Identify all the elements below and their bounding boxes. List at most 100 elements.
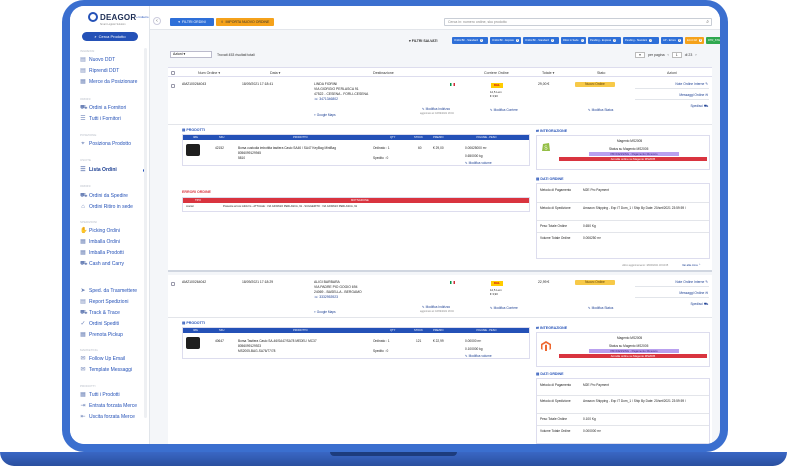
filter-orders-button[interactable]: ▾ FILTRI ORDINI: [170, 18, 214, 26]
sidebar-item-template-messaggi[interactable]: ✉ Template Messaggi: [80, 367, 146, 373]
col-stato: Stato: [597, 71, 606, 75]
sidebar-item-ordini-fornitori[interactable]: ⛟ Ordini a Fornitori: [80, 105, 146, 111]
saved-filter-chip[interactable]: AP - Errore ×: [661, 37, 683, 44]
cancel-order-button[interactable]: Annulla ordine su Magento MS2005: [559, 354, 707, 358]
sidebar-item-uscita-forzata[interactable]: ⇤ Uscita forzata Merce: [80, 414, 146, 420]
remove-filter-icon[interactable]: ×: [550, 39, 554, 42]
row-checkbox[interactable]: [171, 282, 175, 286]
shipping-method-label: Metodo di Spedizione: [540, 399, 571, 403]
edit-volume-link[interactable]: ✎ Modifica volume: [465, 161, 492, 165]
saved-filter-chip[interactable]: Pending - Express ×: [588, 37, 621, 44]
saved-filter-chip[interactable]: DTR_STANDARD×: [706, 37, 720, 44]
select-all-checkbox[interactable]: [171, 71, 175, 75]
product-name[interactable]: Borsa custodia imbottita tastiera Casio …: [238, 146, 336, 150]
sidebar-item-imballa-ordini[interactable]: ▦ Imballa Ordini: [80, 239, 146, 245]
internal-notes-link[interactable]: Note Ordine Interne ✎: [636, 280, 708, 284]
saved-filter-chip[interactable]: Ordini BF - Standard ×: [523, 37, 559, 44]
weight-label: Peso Totale Ordine: [540, 417, 568, 421]
internal-notes-link[interactable]: Note Ordine Interne ✎: [636, 82, 708, 86]
edit-status-link[interactable]: ✎ Modifica Status: [588, 108, 613, 112]
back-to-top-link[interactable]: Vai alla cima ⌃: [682, 263, 701, 267]
nav-section-marketing: Marketing: [80, 348, 98, 352]
col-totale[interactable]: Totale ▾: [542, 71, 554, 75]
saved-filter-chip[interactable]: Ordini BF - Express ×: [490, 37, 521, 44]
cancel-order-button[interactable]: Annulla ordine su Magento MS2005: [559, 157, 707, 161]
page-input[interactable]: 1: [671, 52, 682, 58]
sidebar-item-cash-and-carry[interactable]: ⛟ Cash and Carry: [80, 261, 146, 267]
product-image[interactable]: [186, 337, 200, 349]
errors-table-header: TIPO MOTIVAZIONE: [183, 198, 529, 203]
saved-filter-chip[interactable]: Ordini BF - Standard ×: [452, 37, 488, 44]
remove-filter-icon[interactable]: ×: [649, 39, 653, 42]
ship-link[interactable]: Spedisci ⛟: [636, 302, 708, 307]
sidebar-item-sped-trasmettere[interactable]: ➤ Sped. da Trasmettere: [80, 288, 146, 294]
sidebar-item-merce-da-posizionare[interactable]: ▦ Merce da Posizionare: [80, 79, 146, 85]
sidebar-scrollbar[interactable]: [144, 48, 147, 418]
integration-box: S Magento MS2005 Status su Magento MS200…: [536, 135, 710, 170]
remove-filter-icon[interactable]: ×: [479, 39, 483, 42]
search-placeholder: Cerca in: numero ordine, sku prodotto: [448, 20, 507, 24]
per-page-select[interactable]: ▾: [635, 52, 645, 58]
search-product-button[interactable]: ⌕ Cerca Prodotto: [82, 32, 138, 41]
edit-volume-link[interactable]: ✎ Modifica volume: [465, 354, 492, 358]
col-num-ordine[interactable]: Num Ordine ▾: [198, 71, 220, 75]
sidebar-item-ordini-spediti[interactable]: ✓ Ordini Spediti: [80, 321, 146, 327]
next-page-icon[interactable]: ›: [695, 53, 696, 57]
product-image[interactable]: [186, 144, 200, 156]
order-search-input[interactable]: Cerca in: numero ordine, sku prodotto ⌕: [444, 18, 712, 26]
sidebar-item-follow-up-email[interactable]: ✉ Follow Up Email: [80, 356, 146, 362]
search-icon: ⌕: [94, 34, 97, 39]
order-number[interactable]: AMZ100264043: [182, 82, 206, 87]
sidebar-item-label: Cash and Carry: [89, 261, 125, 267]
row-checkbox[interactable]: [171, 84, 175, 88]
saved-filter-chip[interactable]: Errori AP ×: [685, 37, 704, 44]
order-row[interactable]: AMZ100264042 18/09/2021 17:18:29 ALIGI B…: [168, 275, 712, 318]
sidebar-item-entrata-forzata[interactable]: ⇥ Entrata forzata Merce: [80, 403, 146, 409]
order-messages-link[interactable]: Messaggi Ordine ✉: [636, 291, 708, 295]
remove-filter-icon[interactable]: ×: [699, 39, 702, 42]
order-total: 29,00 €: [538, 82, 550, 86]
edit-status-link[interactable]: ✎ Modifica Status: [588, 306, 613, 310]
ship-link[interactable]: Spedisci ⛟: [636, 104, 708, 109]
sidebar-item-picking-ordini[interactable]: ✋ Picking Ordini: [80, 228, 146, 234]
remove-filter-icon[interactable]: ×: [516, 39, 519, 42]
sidebar-item-ordini-ritiro[interactable]: ⌂ Ordini Ritiro in sede: [80, 204, 146, 210]
collapse-sidebar-button[interactable]: ‹: [153, 17, 161, 25]
google-maps-link[interactable]: ⌖ Google Maps: [314, 310, 336, 314]
sidebar-item-ordini-da-spedire[interactable]: ⛟ Ordini da Spedire: [80, 193, 146, 199]
google-maps-link[interactable]: ⌖ Google Maps: [314, 113, 336, 117]
saved-filter-chip[interactable]: Ritiro in Sede ×: [561, 37, 586, 44]
actions-select[interactable]: Azioni ▾: [170, 51, 212, 58]
sidebar-item-tutti-prodotti[interactable]: ▦ Tutti i Prodotti: [80, 392, 146, 398]
order-messages-link[interactable]: Messaggi Ordine ✉: [636, 93, 708, 97]
dest-phone[interactable]: ☏ 3332953923: [314, 295, 338, 300]
errors-table: TIPO MOTIVAZIONE courier Presente errore…: [182, 197, 530, 212]
saved-filter-chip-label: Ordini BF - Express: [492, 39, 515, 42]
nav-section-spedizioni: Spedizioni: [80, 220, 98, 224]
edit-carrier-link[interactable]: ✎ Modifica Corriere: [490, 306, 518, 310]
sidebar-item-riprendi-ddt[interactable]: ▤ Riprendi DDT: [80, 68, 146, 74]
product-name[interactable]: Borsa Tastiera Casio SA-46/SA47/SA78 MED…: [238, 339, 317, 343]
sidebar-item-lista-ordini[interactable]: ☰ Lista Ordini: [80, 167, 146, 173]
edit-carrier-link[interactable]: ✎ Modifica Corriere: [490, 108, 518, 112]
sidebar-item-imballa-prodotti[interactable]: ▦ Imballa Prodotti: [80, 250, 146, 256]
remove-filter-icon[interactable]: ×: [677, 39, 681, 42]
saved-filter-chip[interactable]: Pending - Standard ×: [623, 37, 659, 44]
sidebar-item-tutti-fornitori[interactable]: ☰ Tutti i Fornitori: [80, 116, 146, 122]
import-order-button[interactable]: ⇪ IMPORTA NUOVO ORDINE: [216, 18, 274, 26]
dest-phone[interactable]: ☏ 3471346802: [314, 97, 338, 102]
sidebar-item-posiziona-prodotto[interactable]: ⌖ Posiziona Prodotto: [80, 141, 146, 147]
prev-page-icon[interactable]: ‹: [668, 53, 669, 57]
sidebar-item-prenota-pickup[interactable]: ▦ Prenota Pickup: [80, 332, 146, 338]
order-row[interactable]: AMZ100264043 18/09/2021 17:18:41 LINDA F…: [168, 77, 712, 125]
col-data[interactable]: Data ▾: [270, 71, 280, 75]
remove-filter-icon[interactable]: ×: [580, 39, 584, 42]
col-destinazione: Destinazione: [373, 71, 394, 75]
sidebar-item-track-trace[interactable]: ⛟ Track & Trace: [80, 310, 146, 316]
sidebar-item-nuovo-ddt[interactable]: ▤ Nuovo DDT: [80, 57, 146, 63]
sidebar-item-report-spedizioni[interactable]: ▤ Report Spedizioni: [80, 299, 146, 305]
remove-filter-icon[interactable]: ×: [613, 39, 617, 42]
qty-shipped: Spedito : 0: [373, 156, 389, 160]
order-number[interactable]: AMZ100264042: [182, 280, 206, 285]
back-link[interactable]: « Indietro: [136, 15, 149, 19]
